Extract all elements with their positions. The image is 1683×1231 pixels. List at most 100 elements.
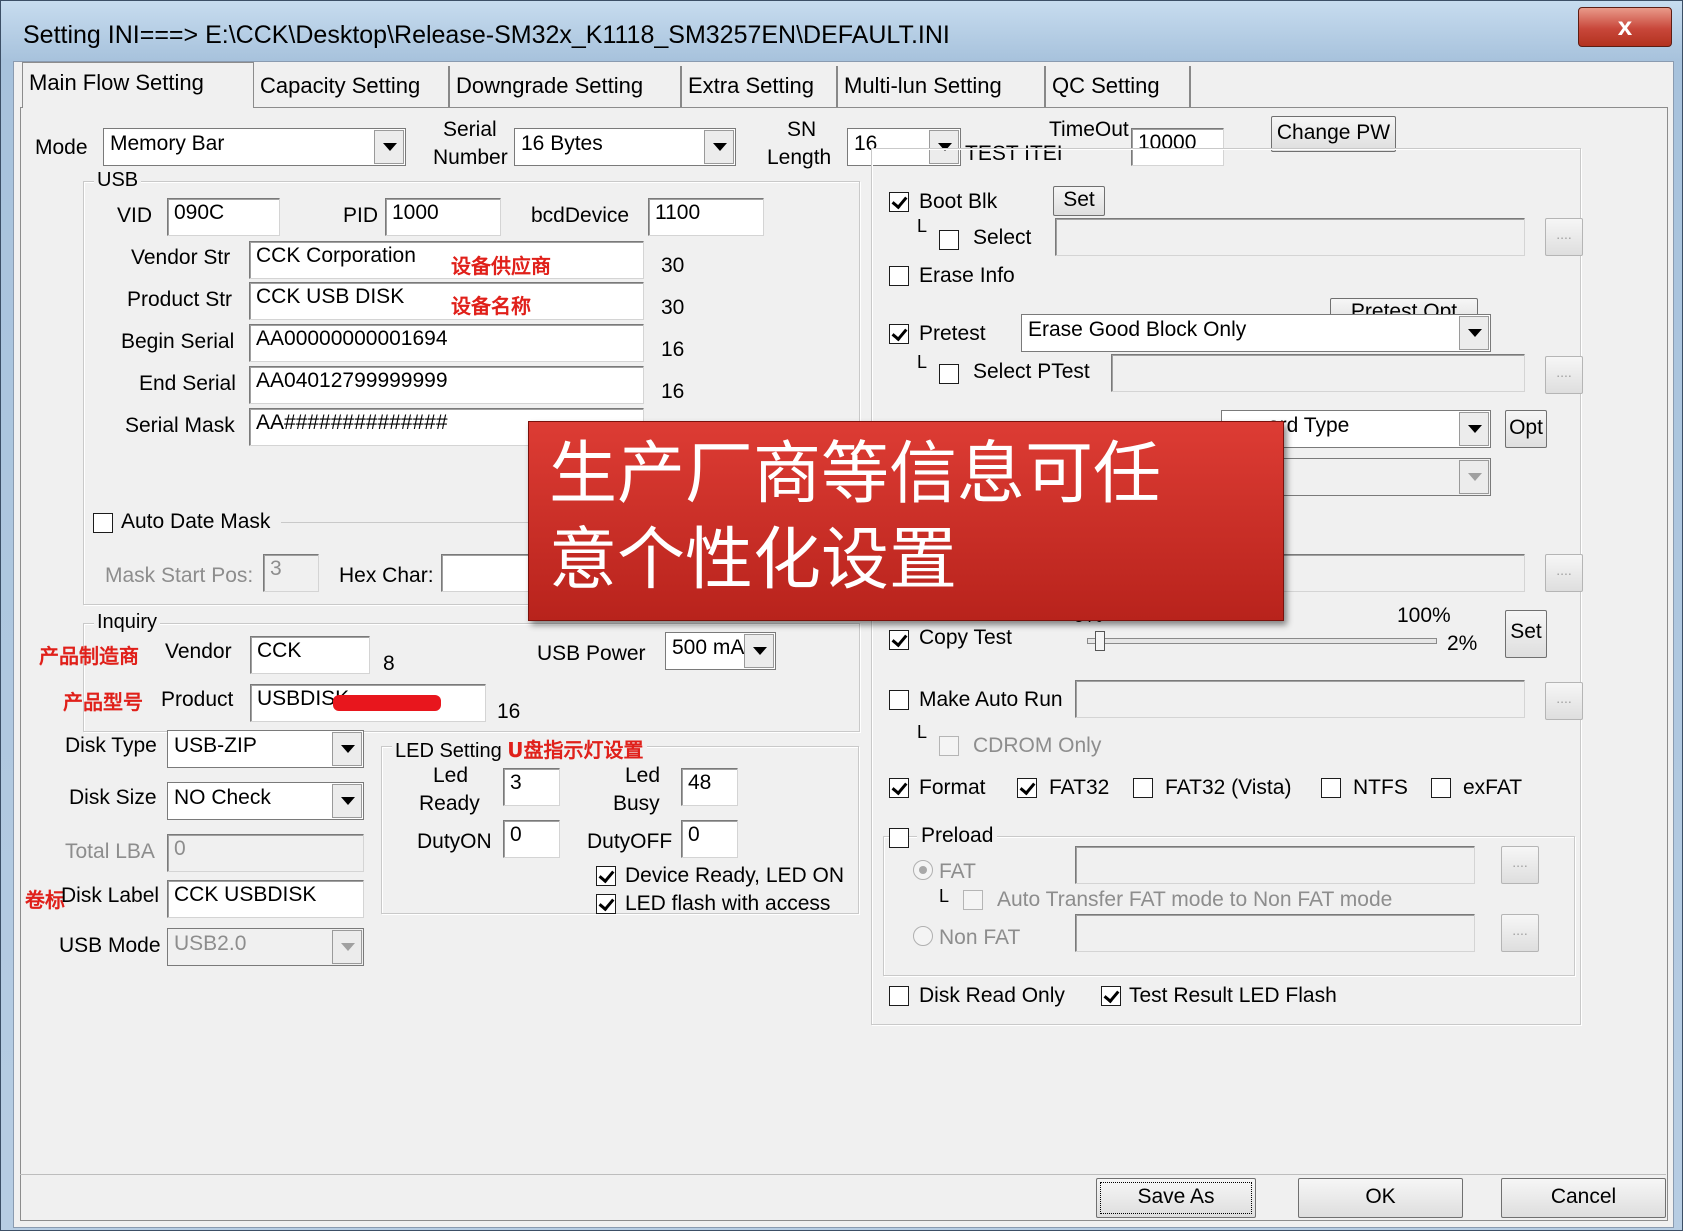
- led-flash-access-label: LED flash with access: [625, 892, 831, 915]
- chevron-down-icon[interactable]: [1459, 412, 1489, 446]
- boot-blk-checkbox[interactable]: [889, 192, 909, 212]
- disk-read-only-checkbox[interactable]: [889, 986, 909, 1006]
- usb-mode-combo[interactable]: USB2.0: [167, 928, 364, 966]
- inquiry-vendor-input[interactable]: CCK: [250, 636, 370, 674]
- format-checkbox[interactable]: [889, 778, 909, 798]
- vendor-str-label: Vendor Str: [131, 246, 231, 269]
- boot-select-checkbox[interactable]: [939, 230, 959, 250]
- chevron-down-icon[interactable]: [332, 732, 362, 766]
- non-fat-radio[interactable]: [913, 926, 933, 946]
- serial-number-combo[interactable]: 16 Bytes: [514, 128, 736, 166]
- vid-input[interactable]: 090C: [167, 198, 280, 236]
- vendor-str-input[interactable]: CCK Corporation: [249, 241, 644, 279]
- vendor-str-length: 30: [661, 254, 685, 277]
- test-result-led-flash-label: Test Result LED Flash: [1129, 984, 1337, 1007]
- cdrom-only-checkbox[interactable]: [939, 736, 959, 756]
- preload-checkbox[interactable]: [889, 828, 909, 848]
- end-serial-input[interactable]: AA04012799999999: [249, 366, 644, 404]
- fat-radio[interactable]: [913, 860, 933, 880]
- led-ready-input[interactable]: 3: [503, 768, 560, 806]
- product-str-input[interactable]: CCK USB DISK: [249, 282, 644, 320]
- boot-select-browse-button[interactable]: ....: [1545, 218, 1583, 256]
- disk-size-combo[interactable]: NO Check: [167, 782, 364, 820]
- make-auto-run-path[interactable]: [1075, 680, 1525, 718]
- select-ptest-browse-button[interactable]: ....: [1545, 356, 1583, 394]
- led-flash-access-checkbox[interactable]: [596, 894, 616, 914]
- make-auto-run-checkbox[interactable]: [889, 690, 909, 710]
- tab-extra-setting[interactable]: Extra Setting: [682, 66, 838, 108]
- copy-test-max-label: 100%: [1397, 604, 1451, 627]
- bcd-device-input[interactable]: 1100: [648, 198, 764, 236]
- fat-path[interactable]: [1075, 846, 1475, 884]
- copy-test-checkbox[interactable]: [889, 630, 909, 650]
- disk-type-combo[interactable]: USB-ZIP: [167, 730, 364, 768]
- led-busy-input[interactable]: 48: [681, 768, 738, 806]
- chevron-down-icon[interactable]: [744, 634, 774, 668]
- chevron-down-icon[interactable]: [332, 784, 362, 818]
- erase-info-checkbox[interactable]: [889, 266, 909, 286]
- pid-input[interactable]: 1000: [385, 198, 501, 236]
- select-ptest-path[interactable]: [1111, 354, 1525, 392]
- chevron-down-icon[interactable]: [1459, 316, 1489, 350]
- copy-test-slider[interactable]: [1087, 631, 1437, 651]
- dialog-client: Main Flow Setting Capacity Setting Downg…: [13, 61, 1674, 1228]
- card-type-opt-button[interactable]: Opt: [1505, 410, 1547, 448]
- duty-off-input[interactable]: 0: [681, 820, 738, 858]
- ntfs-checkbox[interactable]: [1321, 778, 1341, 798]
- disk-label-input[interactable]: CCK USBDISK: [167, 880, 364, 918]
- tab-multi-lun-setting[interactable]: Multi-lun Setting: [838, 66, 1046, 108]
- tab-qc-setting[interactable]: QC Setting: [1046, 66, 1191, 108]
- total-lba-input[interactable]: 0: [167, 834, 364, 872]
- non-fat-path[interactable]: [1075, 914, 1475, 952]
- save-as-button[interactable]: Save As: [1096, 1178, 1256, 1218]
- pretest-value: Erase Good Block Only: [1028, 318, 1247, 341]
- chevron-down-icon[interactable]: [332, 930, 362, 964]
- test-result-led-flash-checkbox[interactable]: [1101, 986, 1121, 1006]
- end-serial-length: 16: [661, 380, 685, 403]
- fat32-checkbox[interactable]: [1017, 778, 1037, 798]
- chevron-down-icon[interactable]: [1459, 460, 1489, 494]
- tab-main-flow-setting[interactable]: Main Flow Setting: [22, 62, 254, 108]
- tab-downgrade-setting[interactable]: Downgrade Setting: [450, 66, 682, 108]
- device-ready-led-on-checkbox[interactable]: [596, 866, 616, 886]
- usb-power-combo[interactable]: 500 mA: [665, 632, 776, 670]
- inquiry-vendor-label: Vendor: [165, 640, 232, 663]
- fat32-vista-checkbox[interactable]: [1133, 778, 1153, 798]
- mask-start-pos-input[interactable]: 3: [263, 554, 319, 592]
- mode-combo[interactable]: Memory Bar: [103, 128, 406, 166]
- fat-browse-button[interactable]: ....: [1501, 846, 1539, 884]
- total-lba-label: Total LBA: [65, 840, 155, 863]
- hidden-browse-button[interactable]: ....: [1545, 554, 1583, 592]
- pid-label: PID: [343, 204, 379, 227]
- chevron-down-icon[interactable]: [704, 130, 734, 164]
- make-auto-run-browse-button[interactable]: ....: [1545, 682, 1583, 720]
- auto-date-mask-checkbox[interactable]: [93, 513, 113, 533]
- close-button[interactable]: x: [1578, 7, 1672, 47]
- cancel-button[interactable]: Cancel: [1501, 1178, 1666, 1218]
- disk-type-label: Disk Type: [65, 734, 157, 757]
- timeout-label: TimeOut: [1049, 118, 1129, 141]
- select-ptest-checkbox[interactable]: [939, 364, 959, 384]
- duty-off-label: DutyOFF: [587, 830, 673, 853]
- copy-test-set-button[interactable]: Set: [1505, 610, 1547, 658]
- boot-select-path[interactable]: [1055, 218, 1525, 256]
- end-serial-label: End Serial: [139, 372, 236, 395]
- auto-transfer-checkbox[interactable]: [963, 890, 983, 910]
- disk-label-note: 卷标: [25, 888, 65, 912]
- begin-serial-input[interactable]: AA00000000001694: [249, 324, 644, 362]
- fat-radio-label: FAT: [939, 860, 976, 883]
- erase-info-label: Erase Info: [919, 264, 1015, 287]
- change-pw-button[interactable]: Change PW: [1271, 116, 1396, 152]
- pretest-checkbox[interactable]: [889, 324, 909, 344]
- exfat-checkbox[interactable]: [1431, 778, 1451, 798]
- chevron-down-icon[interactable]: [374, 130, 404, 164]
- ok-button[interactable]: OK: [1298, 1178, 1463, 1218]
- begin-serial-length: 16: [661, 338, 685, 361]
- non-fat-browse-button[interactable]: ....: [1501, 914, 1539, 952]
- pretest-combo[interactable]: Erase Good Block Only: [1021, 314, 1491, 352]
- fat32-label: FAT32: [1049, 776, 1110, 799]
- duty-on-input[interactable]: 0: [503, 820, 560, 858]
- slider-thumb[interactable]: [1095, 631, 1105, 651]
- boot-blk-set-button[interactable]: Set: [1053, 186, 1105, 216]
- tab-capacity-setting[interactable]: Capacity Setting: [254, 66, 450, 108]
